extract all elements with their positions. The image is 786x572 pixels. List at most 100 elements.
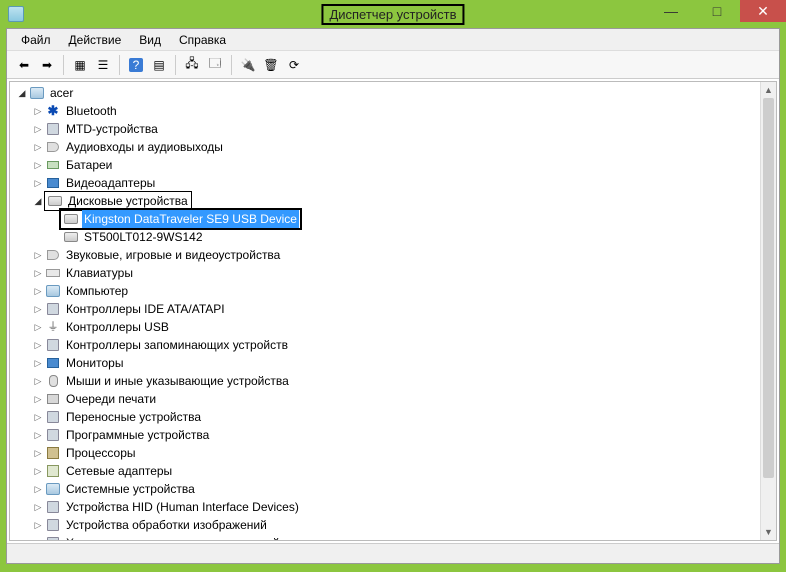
vertical-scrollbar[interactable]: ▲ ▼ xyxy=(760,82,776,540)
tree-category[interactable]: ▷Клавиатуры xyxy=(14,264,776,282)
toolbar: ⬅ ➡ ▦ ☰ ? ▤ 🖧 🗔 🔌 🗑 ⟳ xyxy=(7,51,779,79)
tree-category[interactable]: ▷✱Bluetooth xyxy=(14,102,776,120)
tree-category[interactable]: ▷Мониторы xyxy=(14,354,776,372)
expand-icon[interactable]: ▷ xyxy=(32,336,44,354)
uninstall-icon: 🗑 xyxy=(263,58,278,72)
expand-icon[interactable]: ▷ xyxy=(32,534,44,540)
monitor-icon xyxy=(45,175,61,191)
tree-category[interactable]: ▷MTD-устройства xyxy=(14,120,776,138)
tree-category[interactable]: ▷Сетевые адаптеры xyxy=(14,462,776,480)
category-label: Мыши и иные указывающие устройства xyxy=(64,372,291,390)
expand-icon[interactable]: ▷ xyxy=(32,516,44,534)
expand-icon[interactable]: ▷ xyxy=(32,372,44,390)
expand-icon[interactable]: ▷ xyxy=(32,426,44,444)
expand-icon[interactable]: ▷ xyxy=(32,408,44,426)
tree-category[interactable]: ▷Аудиовходы и аудиовыходы xyxy=(14,138,776,156)
tree-category[interactable]: ▷Контроллеры запоминающих устройств xyxy=(14,336,776,354)
toolbar-properties-button[interactable]: ▤ xyxy=(148,54,170,76)
toolbar-uninstall-button[interactable]: 🗑 xyxy=(260,54,282,76)
tree-category[interactable]: ▷Звуковые, игровые и видеоустройства xyxy=(14,246,776,264)
window-title: Диспетчер устройств xyxy=(321,4,464,25)
toolbar-view-list-button[interactable]: ☰ xyxy=(92,54,114,76)
menu-action[interactable]: Действие xyxy=(61,31,130,49)
expand-icon[interactable]: ◢ xyxy=(16,84,28,102)
expand-icon[interactable]: ◢ xyxy=(32,192,44,210)
expand-icon[interactable]: ▷ xyxy=(32,264,44,282)
tree-device[interactable]: Kingston DataTraveler SE9 USB Device xyxy=(14,210,776,228)
tile-icon: ▦ xyxy=(74,58,85,72)
generic-icon xyxy=(45,535,61,540)
hidden-icon: 🗔 xyxy=(208,54,221,75)
close-button[interactable]: ✕ xyxy=(740,0,786,22)
category-label: Хост-адаптеры запоминающих устройств xyxy=(64,534,299,540)
mouse-icon xyxy=(45,373,61,389)
toolbar-back-button[interactable]: ⬅ xyxy=(13,54,35,76)
scan-icon: 🖧 xyxy=(185,54,198,75)
toolbar-enable-button[interactable]: 🔌 xyxy=(237,54,259,76)
category-label: Видеоадаптеры xyxy=(64,174,157,192)
toolbar-help-button[interactable]: ? xyxy=(125,54,147,76)
usb-icon: ⏚ xyxy=(45,319,61,335)
expand-icon[interactable]: ▷ xyxy=(32,354,44,372)
scroll-down-icon[interactable]: ▼ xyxy=(761,524,776,540)
expand-icon[interactable]: ▷ xyxy=(32,498,44,516)
expand-icon[interactable]: ▷ xyxy=(32,138,44,156)
toolbar-scan-button[interactable]: 🖧 xyxy=(181,54,203,76)
expand-icon[interactable]: ▷ xyxy=(32,174,44,192)
toolbar-view-tile-button[interactable]: ▦ xyxy=(69,54,91,76)
generic-icon xyxy=(45,499,61,515)
toolbar-refresh-button[interactable]: ⟳ xyxy=(283,54,305,76)
statusbar xyxy=(7,543,779,563)
expand-icon[interactable]: ▷ xyxy=(32,120,44,138)
device-tree[interactable]: ◢ acer ▷✱Bluetooth▷MTD-устройства▷Аудиов… xyxy=(10,82,776,540)
tree-device[interactable]: ST500LT012-9WS142 xyxy=(14,228,776,246)
toolbar-show-hidden-button[interactable]: 🗔 xyxy=(204,54,226,76)
menu-view[interactable]: Вид xyxy=(131,31,169,49)
scroll-up-icon[interactable]: ▲ xyxy=(761,82,776,98)
toolbar-separator xyxy=(119,55,120,75)
expand-icon[interactable]: ▷ xyxy=(32,246,44,264)
tree-category[interactable]: ▷ Компьютер xyxy=(14,282,776,300)
print-icon xyxy=(45,391,61,407)
expand-icon[interactable]: ▷ xyxy=(32,318,44,336)
maximize-button[interactable]: □ xyxy=(694,0,740,22)
device-label: ST500LT012-9WS142 xyxy=(82,228,205,246)
tree-category[interactable]: ▷Переносные устройства xyxy=(14,408,776,426)
tree-category[interactable]: ▷ Мыши и иные указывающие устройства xyxy=(14,372,776,390)
expand-icon[interactable]: ▷ xyxy=(32,480,44,498)
tree-root[interactable]: ◢ acer xyxy=(14,84,776,102)
tree-category[interactable]: ▷Процессоры xyxy=(14,444,776,462)
generic-icon xyxy=(45,301,61,317)
computer-icon xyxy=(29,85,45,101)
menu-help[interactable]: Справка xyxy=(171,31,234,49)
toolbar-forward-button[interactable]: ➡ xyxy=(36,54,58,76)
tree-category[interactable]: ▷⏚Контроллеры USB xyxy=(14,318,776,336)
tree-category[interactable]: ▷Программные устройства xyxy=(14,426,776,444)
menu-file[interactable]: Файл xyxy=(13,31,59,49)
expand-icon[interactable]: ▷ xyxy=(32,156,44,174)
expand-icon[interactable]: ▷ xyxy=(32,444,44,462)
tree-category[interactable]: ▷ Устройства HID (Human Interface Devices… xyxy=(14,498,776,516)
tree-category[interactable]: ▷ Контроллеры IDE ATA/ATAPI xyxy=(14,300,776,318)
tree-category[interactable]: ▷ Хост-адаптеры запоминающих устройств xyxy=(14,534,776,540)
expand-icon[interactable]: ▷ xyxy=(32,390,44,408)
category-label: Устройства HID (Human Interface Devices) xyxy=(64,498,301,516)
tree-category[interactable]: ▷Устройства обработки изображений xyxy=(14,516,776,534)
disk-icon xyxy=(63,211,79,227)
tree-category[interactable]: ▷ Системные устройства xyxy=(14,480,776,498)
tree-category[interactable]: ▷Батареи xyxy=(14,156,776,174)
expand-icon[interactable]: ▷ xyxy=(32,102,44,120)
minimize-button[interactable]: — xyxy=(648,0,694,22)
tree-category[interactable]: ▷Очереди печати xyxy=(14,390,776,408)
scroll-thumb[interactable] xyxy=(763,98,774,478)
device-label: Kingston DataTraveler SE9 USB Device xyxy=(82,210,299,228)
expand-icon[interactable]: ▷ xyxy=(32,282,44,300)
expand-icon[interactable]: ▷ xyxy=(32,462,44,480)
tree-category[interactable]: ▷ Видеоадаптеры xyxy=(14,174,776,192)
category-label: Контроллеры IDE ATA/ATAPI xyxy=(64,300,227,318)
window-controls: — □ ✕ xyxy=(648,0,786,22)
expand-icon[interactable]: ▷ xyxy=(32,300,44,318)
category-label: Системные устройства xyxy=(64,480,197,498)
category-label: Компьютер xyxy=(64,282,130,300)
help-icon: ? xyxy=(129,58,144,72)
